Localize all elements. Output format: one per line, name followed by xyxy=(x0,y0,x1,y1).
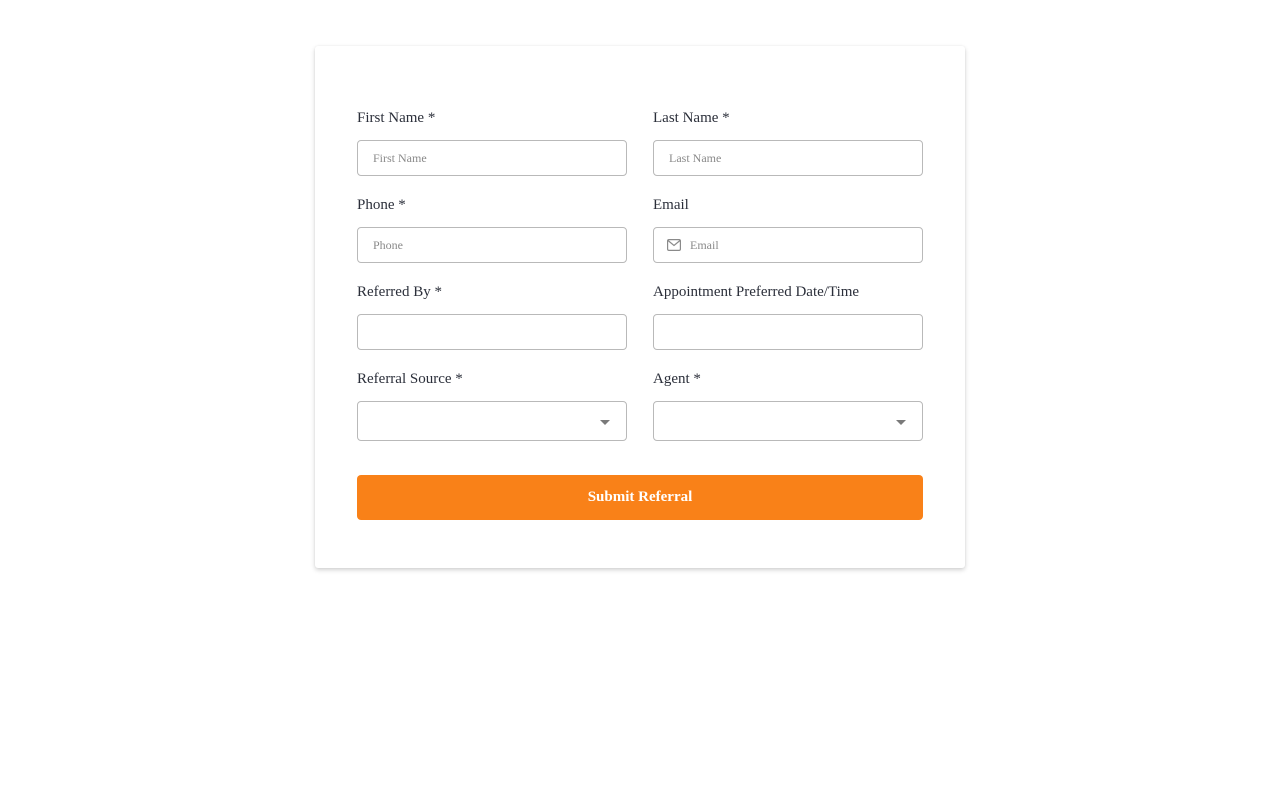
last-name-label: Last Name * xyxy=(653,110,730,126)
referral-form-card: First Name * Last Name * Phone * Ema xyxy=(315,46,965,568)
email-input-box[interactable] xyxy=(653,227,923,263)
referral-form: First Name * Last Name * Phone * Ema xyxy=(357,108,923,520)
appointment-input[interactable] xyxy=(669,315,909,349)
appointment-field: Appointment Preferred Date/Time xyxy=(653,282,923,350)
first-name-input[interactable] xyxy=(373,141,613,175)
referral-source-label: Referral Source * xyxy=(357,371,463,387)
caret-down-icon xyxy=(600,420,610,425)
referred-by-input-box[interactable] xyxy=(357,314,627,350)
agent-label: Agent * xyxy=(653,371,701,387)
phone-label: Phone * xyxy=(357,197,406,213)
email-label: Email xyxy=(653,197,689,213)
email-field: Email xyxy=(653,195,923,263)
appointment-input-box[interactable] xyxy=(653,314,923,350)
form-row-referral: Referred By * Appointment Preferred Date… xyxy=(357,282,923,350)
form-row-selects: Referral Source * Agent * xyxy=(357,369,923,441)
form-row-name: First Name * Last Name * xyxy=(357,108,923,176)
appointment-label: Appointment Preferred Date/Time xyxy=(653,284,860,300)
last-name-input-box[interactable] xyxy=(653,140,923,176)
agent-field: Agent * xyxy=(653,369,923,441)
agent-select[interactable] xyxy=(653,401,923,441)
phone-input-box[interactable] xyxy=(357,227,627,263)
phone-field: Phone * xyxy=(357,195,627,263)
first-name-field: First Name * xyxy=(357,108,627,176)
last-name-field: Last Name * xyxy=(653,108,923,176)
email-input[interactable] xyxy=(690,228,910,262)
referred-by-input[interactable] xyxy=(373,315,613,349)
first-name-input-box[interactable] xyxy=(357,140,627,176)
referred-by-field: Referred By * xyxy=(357,282,627,350)
last-name-input[interactable] xyxy=(669,141,909,175)
referral-source-field: Referral Source * xyxy=(357,369,627,441)
form-row-contact: Phone * Email xyxy=(357,195,923,263)
first-name-label: First Name * xyxy=(357,110,436,126)
mail-icon xyxy=(667,239,681,251)
submit-referral-button[interactable]: Submit Referral xyxy=(357,475,923,520)
caret-down-icon xyxy=(896,420,906,425)
referred-by-label: Referred By * xyxy=(357,284,442,300)
referral-source-select[interactable] xyxy=(357,401,627,441)
phone-input[interactable] xyxy=(373,228,613,262)
